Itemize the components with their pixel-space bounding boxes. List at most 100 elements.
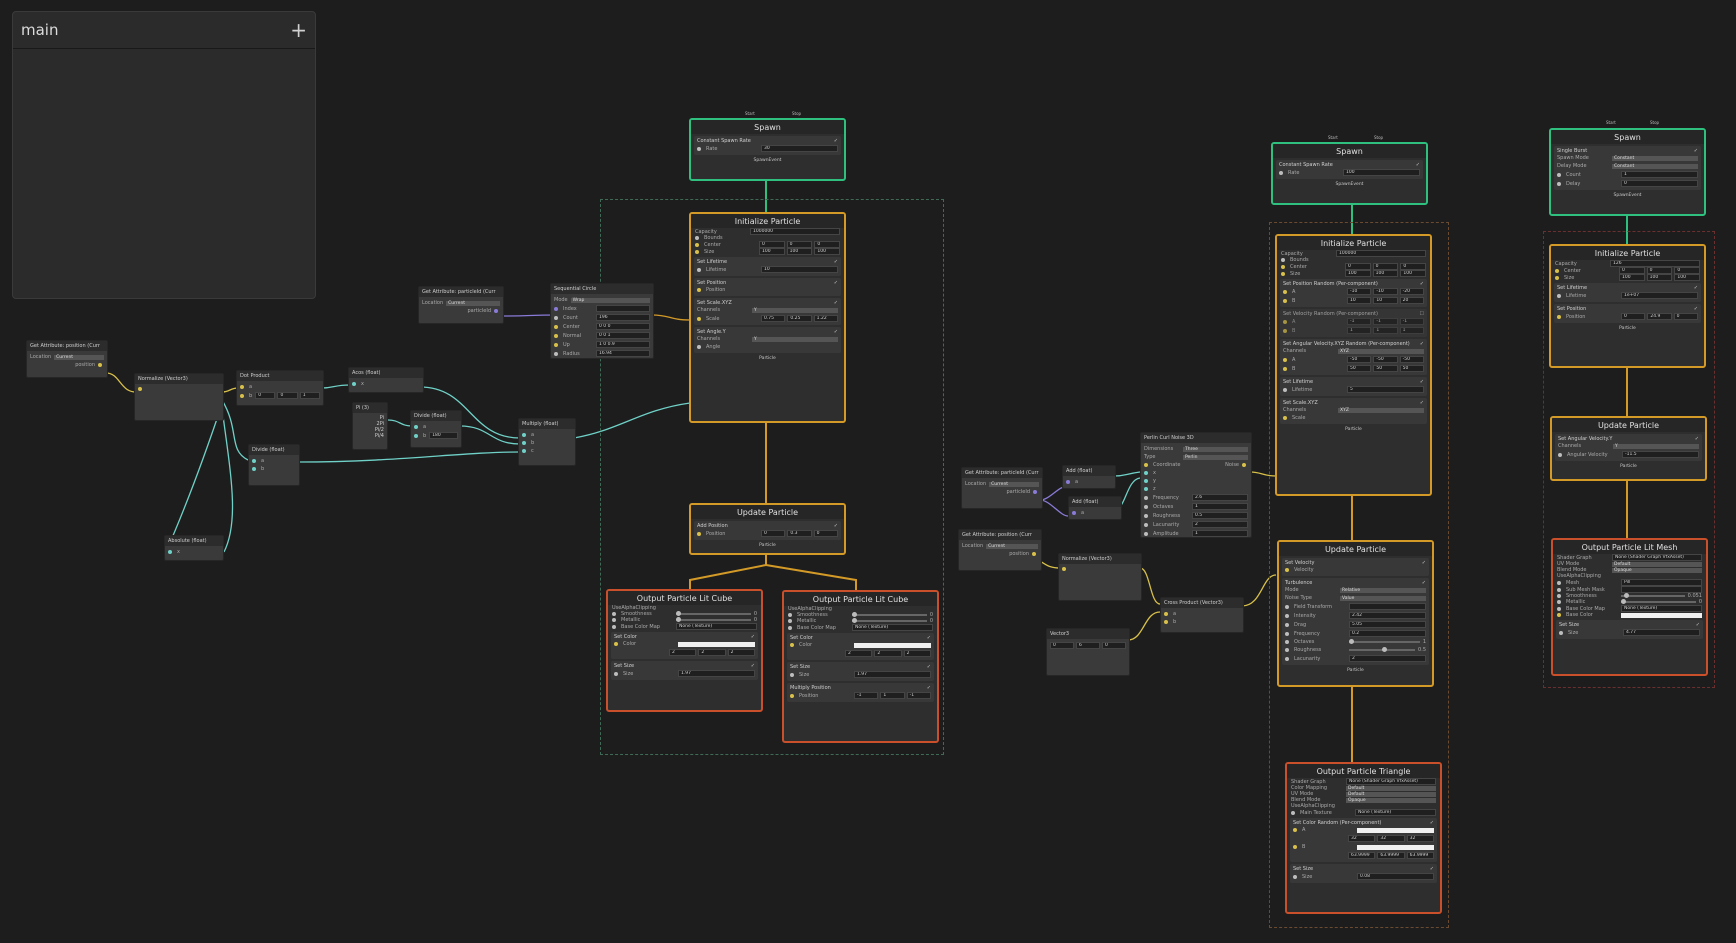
b-y[interactable]: 1 bbox=[1373, 327, 1398, 334]
frequency-field[interactable]: 0.2 bbox=[1349, 630, 1426, 637]
delay-mode-dropdown[interactable]: Constant bbox=[1612, 163, 1698, 169]
set-size-block[interactable]: Set Size ✓ Size 4.77 bbox=[1556, 620, 1703, 639]
check-icon[interactable]: ✓ bbox=[1422, 560, 1426, 566]
port[interactable] bbox=[1283, 416, 1287, 420]
color-swatch[interactable] bbox=[1621, 612, 1702, 618]
capacity-field[interactable]: 1000000 bbox=[750, 228, 840, 235]
check-icon[interactable]: ✓ bbox=[1694, 285, 1698, 291]
check-icon[interactable]: ✓ bbox=[834, 300, 838, 306]
b-x[interactable]: 50 bbox=[1347, 365, 1372, 372]
spawn-stop-port[interactable]: Stop bbox=[792, 111, 801, 116]
texture-field[interactable]: None (Texture) bbox=[1621, 605, 1702, 612]
perlin-curl-noise-node[interactable]: Perlin Curl Noise 3D Dimensions Three Typ… bbox=[1140, 432, 1252, 538]
port[interactable] bbox=[1283, 328, 1287, 333]
port[interactable] bbox=[1557, 606, 1561, 611]
a-y[interactable]: -50 bbox=[1373, 356, 1398, 363]
set-color-random-block[interactable]: Set Color Random (Per-component) ✓ A 32 32… bbox=[1290, 818, 1437, 862]
center-y[interactable]: 0 bbox=[1372, 263, 1399, 270]
b-y[interactable]: 0 bbox=[277, 392, 298, 399]
b-b[interactable]: 63.9999 bbox=[1406, 852, 1434, 859]
port[interactable] bbox=[1033, 490, 1037, 494]
location-dropdown[interactable]: Current bbox=[446, 300, 500, 306]
size-x[interactable]: 100 bbox=[1345, 270, 1371, 277]
mode-dropdown[interactable]: Relative bbox=[1340, 587, 1426, 593]
port[interactable] bbox=[168, 550, 172, 554]
add-node[interactable]: Add (float) a bbox=[1062, 465, 1116, 489]
port[interactable] bbox=[554, 306, 558, 311]
check-icon[interactable]: ✓ bbox=[834, 329, 838, 335]
octaves-field[interactable]: 1 bbox=[1192, 503, 1248, 510]
port[interactable] bbox=[1557, 580, 1561, 585]
set-velocity-block[interactable]: Set Velocity ✓ Velocity bbox=[1282, 558, 1429, 576]
smoothness-slider[interactable] bbox=[1621, 593, 1685, 598]
center-x[interactable]: 0 bbox=[759, 241, 785, 248]
port[interactable] bbox=[1283, 357, 1287, 362]
size-y[interactable]: 100 bbox=[786, 248, 813, 255]
port[interactable] bbox=[554, 324, 558, 329]
mesh-field[interactable]: Pill bbox=[1621, 579, 1702, 586]
check-icon[interactable]: ✓ bbox=[751, 634, 755, 640]
multiply-position-block[interactable]: Multiply Position ✓ Position -1 1 -1 bbox=[787, 683, 934, 702]
noise-type-dropdown[interactable]: Value bbox=[1340, 595, 1426, 601]
position-y[interactable]: 0.3 bbox=[787, 530, 812, 537]
b-field[interactable]: 180 bbox=[429, 432, 458, 439]
port[interactable] bbox=[1557, 181, 1561, 186]
port[interactable] bbox=[697, 316, 701, 321]
spawn-start-port[interactable]: Start bbox=[745, 111, 755, 116]
port[interactable] bbox=[1283, 366, 1287, 371]
spawn-start-port[interactable]: Start bbox=[1328, 135, 1338, 140]
port[interactable] bbox=[1293, 828, 1297, 832]
port[interactable] bbox=[1293, 874, 1297, 879]
port[interactable] bbox=[1285, 631, 1289, 636]
capacity-field[interactable]: 100000 bbox=[1336, 250, 1426, 257]
check-icon[interactable]: ✓ bbox=[751, 663, 755, 669]
a-x[interactable]: -1 bbox=[1347, 318, 1372, 325]
spawn-event-port[interactable]: SpawnEvent bbox=[691, 157, 844, 164]
port[interactable] bbox=[1283, 298, 1287, 303]
a-z[interactable]: -50 bbox=[1399, 356, 1424, 363]
port[interactable] bbox=[98, 363, 102, 367]
multiply-x[interactable]: -1 bbox=[854, 692, 879, 699]
index-field[interactable] bbox=[596, 305, 650, 312]
sequential-circle-node[interactable]: Sequential Circle Mode Wrap Index Count 19… bbox=[550, 283, 654, 359]
output-triangle-context[interactable]: Output Particle Triangle Shader Graph Non… bbox=[1285, 762, 1442, 914]
blend-mode-dropdown[interactable]: Opaque bbox=[1612, 567, 1702, 573]
port[interactable] bbox=[1032, 552, 1036, 556]
set-angular-velocity-block[interactable]: Set Angular Velocity.Y ✓ Channels Y Angula… bbox=[1555, 434, 1702, 461]
port[interactable] bbox=[790, 693, 794, 698]
set-angular-velocity-block[interactable]: Set Angular Velocity.XYZ Random (Per-com… bbox=[1280, 339, 1427, 375]
amplitude-field[interactable]: 1 bbox=[1192, 530, 1248, 537]
position-z[interactable]: 0 bbox=[813, 530, 838, 537]
port[interactable] bbox=[554, 342, 558, 347]
port[interactable] bbox=[414, 425, 418, 429]
spawn-event-port[interactable]: SpawnEvent bbox=[1273, 181, 1426, 188]
shader-graph-field[interactable]: None (Shader Graph VfxAsset) bbox=[1346, 778, 1436, 785]
port[interactable] bbox=[1144, 522, 1148, 527]
center-y[interactable]: 0 bbox=[786, 241, 813, 248]
check-icon[interactable]: ✓ bbox=[927, 664, 931, 670]
b-z[interactable]: 1 bbox=[299, 392, 320, 399]
port[interactable] bbox=[1144, 463, 1148, 467]
b-x[interactable]: 0 bbox=[255, 392, 276, 399]
add-icon[interactable]: + bbox=[290, 18, 307, 42]
set-scale-block[interactable]: Set Scale.XYZ ✓ Channels XYZ Scale bbox=[1280, 398, 1427, 424]
set-position-block[interactable]: Set Position ✓ Position 0 24.9 0 bbox=[1554, 304, 1701, 323]
lifetime-field[interactable]: 1e+07 bbox=[1621, 292, 1698, 299]
port[interactable] bbox=[1557, 172, 1561, 177]
port[interactable] bbox=[240, 393, 244, 398]
set-scale-block[interactable]: Set Scale.XYZ ✓ Channels Y Scale 0.75 0.25 1.… bbox=[694, 298, 841, 325]
size-field[interactable]: 0.08 bbox=[1357, 873, 1434, 880]
position-z[interactable]: 0 bbox=[1673, 313, 1698, 320]
port[interactable] bbox=[790, 643, 794, 647]
port[interactable] bbox=[1285, 640, 1289, 644]
port[interactable] bbox=[695, 242, 699, 247]
position-x[interactable]: 0 bbox=[761, 530, 786, 537]
check-icon[interactable]: ✓ bbox=[1416, 162, 1420, 168]
port[interactable] bbox=[1062, 567, 1066, 571]
particle-port[interactable]: Particle bbox=[691, 542, 844, 549]
port[interactable] bbox=[1557, 587, 1561, 592]
port[interactable] bbox=[788, 619, 792, 623]
check-icon[interactable]: ✓ bbox=[834, 138, 838, 144]
count-field[interactable]: 1 bbox=[1621, 171, 1698, 178]
get-attribute-particleid-node[interactable]: Get Attribute: particleId (Curr Location… bbox=[418, 286, 504, 324]
